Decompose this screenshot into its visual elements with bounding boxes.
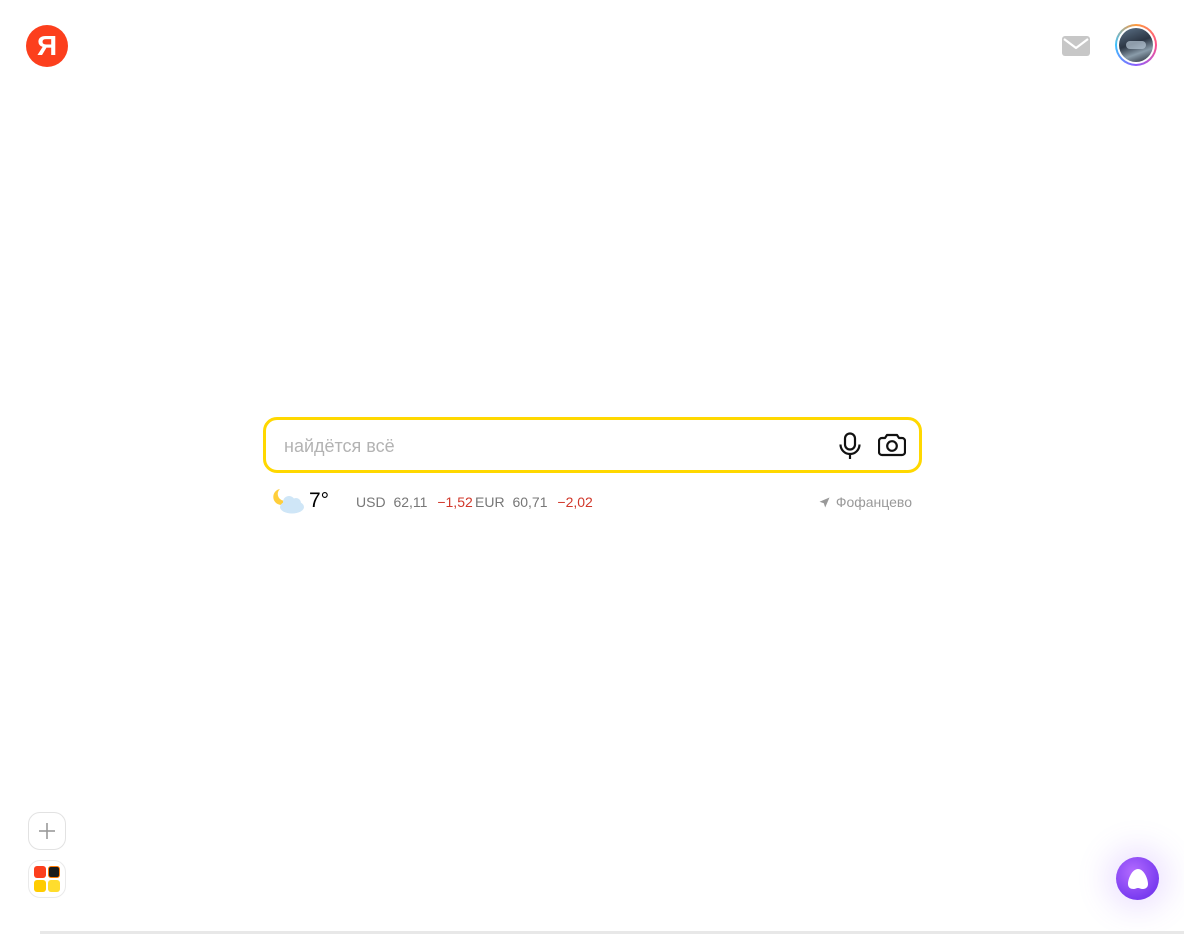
app-tile-icon (48, 866, 60, 878)
search-box (263, 417, 922, 473)
app-tile-icon (34, 866, 46, 878)
app-tile-icon (48, 880, 60, 892)
info-row: 7° USD 62,11 −1,52 EUR 60,71 −2,02 Фофан… (272, 486, 912, 518)
rate-eur[interactable]: EUR 60,71 −2,02 (475, 494, 593, 510)
alice-button[interactable] (1116, 857, 1159, 900)
yandex-logo[interactable]: Я (26, 25, 68, 67)
search-input[interactable] (282, 420, 826, 472)
add-button[interactable] (28, 812, 66, 850)
yandex-start-page: Я 7° US (0, 0, 1184, 934)
services-grid-button[interactable] (28, 860, 66, 898)
plus-icon (39, 823, 55, 839)
location-link[interactable]: Фофанцево (819, 494, 912, 510)
mail-icon[interactable] (1061, 34, 1091, 58)
location-arrow-icon (819, 497, 830, 508)
rate-currency: USD (356, 494, 386, 510)
alice-icon (1127, 868, 1148, 889)
app-tile-icon (34, 880, 46, 892)
rate-change: −2,02 (557, 494, 593, 510)
rate-value: 60,71 (512, 494, 548, 510)
microphone-icon[interactable] (837, 432, 863, 460)
logo-letter: Я (36, 30, 58, 61)
avatar (1119, 28, 1153, 62)
weather-widget[interactable]: 7° (272, 486, 342, 518)
rate-currency: EUR (475, 494, 505, 510)
rate-change: −1,52 (437, 494, 473, 510)
camera-search-icon[interactable] (878, 432, 906, 458)
temperature: 7° (309, 489, 330, 512)
rate-usd[interactable]: USD 62,11 −1,52 (356, 494, 473, 510)
rate-value: 62,11 (393, 494, 428, 510)
user-avatar-button[interactable] (1115, 24, 1157, 66)
moon-cloud-icon (273, 489, 304, 514)
location-name: Фофанцево (835, 494, 912, 510)
